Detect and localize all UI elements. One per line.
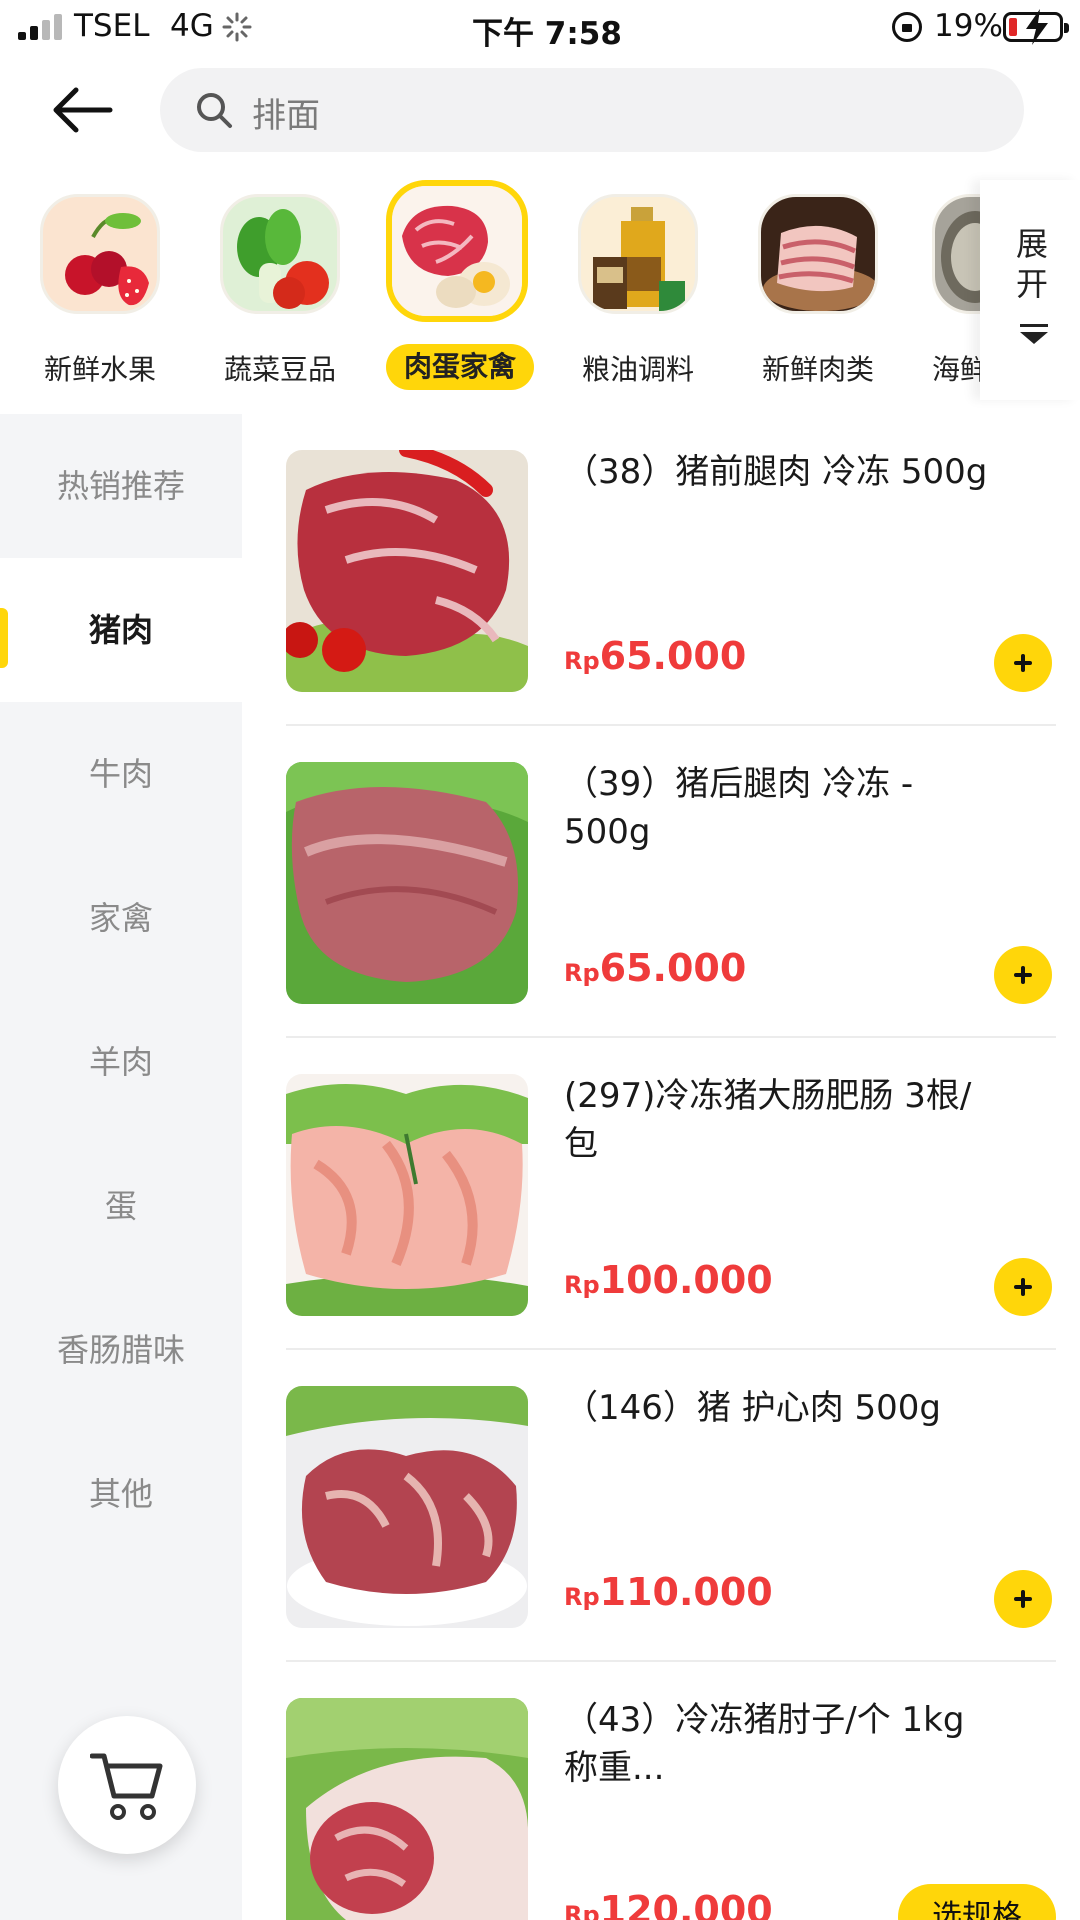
signal-icon [18,14,64,40]
search-bar[interactable]: 排面 [160,68,1024,152]
meat-egg-icon [386,180,528,322]
sidebar-item-other[interactable]: 其他 [0,1422,242,1566]
loading-icon [222,12,252,42]
search-icon [197,93,232,128]
expand-label: 展 [1015,225,1048,263]
product-name: （39）猪后腿肉 冷冻 - 500g [564,764,914,852]
product-price: Rp120.000 [564,1888,773,1920]
product-name: （43）冷冻猪肘子/个 1kg 称重... [564,1700,965,1788]
sidebar-item-egg[interactable]: 蛋 [0,1134,242,1278]
sidebar-item-lamb[interactable]: 羊肉 [0,990,242,1134]
clock: 下午 7:58 [472,16,622,52]
back-button[interactable] [48,80,118,140]
expand-categories-button[interactable]: 展 开 [980,180,1080,400]
expand-line [1020,324,1048,327]
product-image [286,1698,528,1920]
product-item[interactable]: （39）猪后腿肉 冷冻 - 500g Rp65.000 [286,726,1056,1038]
category-label: 粮油调料 [581,353,694,386]
category-label: 蔬菜豆品 [223,353,336,386]
product-price: Rp100.000 [564,1258,773,1302]
fresh-meat-icon [758,194,878,314]
category-label: 肉蛋家禽 [386,344,534,390]
add-to-cart-button[interactable] [994,634,1052,692]
arrow-left-icon [53,87,113,133]
add-to-cart-button[interactable] [994,946,1052,1004]
battery-percent: 19% [934,8,1003,44]
sidebar-item-beef[interactable]: 牛肉 [0,702,242,846]
sidebar-item-pork[interactable]: 猪肉 [0,558,242,702]
add-to-cart-button[interactable] [994,1570,1052,1628]
category-strip: 新鲜水果 蔬菜豆品 肉蛋家禽 粮油调料 新鲜肉类 海鲜 [0,180,1080,412]
product-image [286,450,528,692]
category-label: 海鲜 [932,353,980,386]
product-item[interactable]: （43）冷冻猪肘子/个 1kg 称重... Rp120.000 选规格 [286,1662,1056,1920]
vegetable-icon [220,194,340,314]
app-screen: TSEL 4G 下午 7:58 19% 排面 新鲜水果 蔬菜豆品 肉蛋家禽 粮油… [0,0,1080,1920]
expand-label: 开 [1015,265,1048,303]
battery-icon [1003,9,1069,45]
product-price: Rp65.000 [564,634,747,678]
product-item[interactable]: （38）猪前腿肉 冷冻 500g Rp65.000 [286,414,1056,726]
select-spec-button[interactable]: 选规格 [898,1884,1056,1920]
carrier-name: TSEL [74,8,150,44]
add-to-cart-button[interactable] [994,1258,1052,1316]
rotation-lock-icon [892,12,922,42]
category-label: 新鲜肉类 [761,353,874,386]
category-vegetable[interactable]: 蔬菜豆品 [200,180,360,400]
status-bar: TSEL 4G 下午 7:58 19% [0,0,1080,56]
category-seafood[interactable]: 海鲜 [918,180,980,400]
sidebar-item-poultry[interactable]: 家禽 [0,846,242,990]
product-price: Rp65.000 [564,946,747,990]
product-image [286,1386,528,1628]
network-type: 4G [170,8,214,44]
category-oil-grain[interactable]: 粮油调料 [558,180,718,400]
product-name: (297)冷冻猪大肠肥肠 3根/包 [564,1076,972,1164]
sidebar-item-sausage[interactable]: 香肠腊味 [0,1278,242,1422]
cart-icon [90,1753,163,1820]
category-fresh-meat[interactable]: 新鲜肉类 [738,180,898,400]
cart-button[interactable] [58,1716,196,1854]
subcategory-sidebar: 热销推荐 猪肉 牛肉 家禽 羊肉 蛋 香肠腊味 其他 [0,414,242,1920]
product-image [286,1074,528,1316]
product-item[interactable]: （146）猪 护心肉 500g Rp110.000 [286,1350,1056,1662]
product-image [286,762,528,1004]
sidebar-item-hot[interactable]: 热销推荐 [0,414,242,558]
category-label: 新鲜水果 [43,353,156,386]
category-meat-egg[interactable]: 肉蛋家禽 [380,180,540,400]
category-fruit[interactable]: 新鲜水果 [20,180,180,400]
product-price: Rp110.000 [564,1570,773,1614]
seafood-icon [932,194,980,314]
triangle-down-icon [1020,332,1048,344]
product-list: （38）猪前腿肉 冷冻 500g Rp65.000 （39）猪后腿肉 冷冻 - … [242,414,1080,1920]
search-input[interactable]: 排面 [252,88,320,137]
product-name: （146）猪 护心肉 500g [564,1388,941,1428]
oil-grain-icon [578,194,698,314]
fruit-icon [40,194,160,314]
product-name: （38）猪前腿肉 冷冻 500g [564,452,988,492]
product-item[interactable]: (297)冷冻猪大肠肥肠 3根/包 Rp100.000 [286,1038,1056,1350]
